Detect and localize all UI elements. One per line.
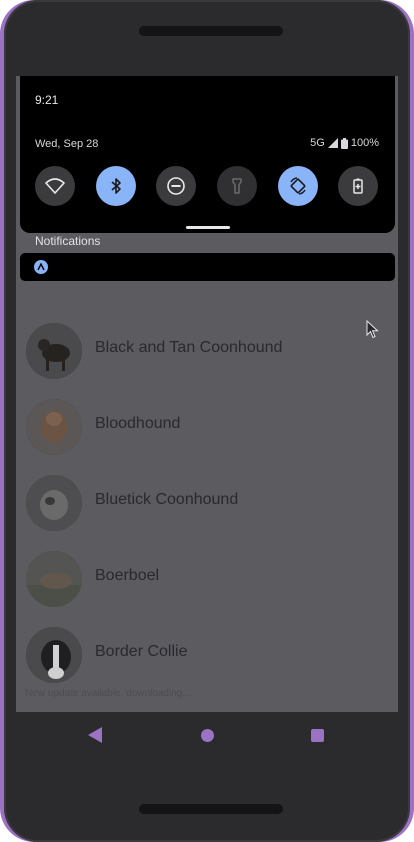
notification-shade[interactable]: 9:21 Wed, Sep 28 5G 100% [20,76,395,233]
list-item[interactable]: Border Collie [16,617,398,693]
list-item[interactable]: Bloodhound [16,389,398,465]
status-indicators: 5G 100% [310,137,379,149]
top-speaker [139,26,283,36]
do-not-disturb-tile[interactable] [156,166,196,206]
list-item[interactable]: Boerboel [16,541,398,617]
dog-avatar [26,627,82,683]
battery-level: 100% [350,137,379,149]
list-item[interactable]: Black and Tan Coonhound [16,313,398,389]
dog-name: Border Collie [95,643,188,660]
signal-icon [327,138,338,148]
flashlight-icon [232,178,242,194]
dog-name: Bluetick Coonhound [95,491,239,508]
battery-saver-icon [353,178,363,194]
flashlight-tile[interactable] [217,166,257,206]
battery-icon [340,137,348,149]
wifi-icon [45,178,65,194]
mouse-cursor-icon [366,320,379,339]
app-icon [34,260,48,274]
dog-name: Black and Tan Coonhound [95,339,283,356]
shade-drag-handle[interactable] [186,226,230,229]
notification-card[interactable] [20,253,395,281]
dog-name: Boerboel [95,567,160,584]
list-item[interactable]: Bluetick Coonhound [16,465,398,541]
bottom-speaker [139,804,283,814]
network-type: 5G [310,137,325,149]
dog-name: Bloodhound [95,415,181,432]
status-date[interactable]: Wed, Sep 28 [35,138,98,150]
dog-avatar [26,475,82,531]
recents-nav-icon[interactable] [311,729,324,742]
do-not-disturb-icon [167,177,185,195]
update-status-text: New update available, downloading... [25,688,191,699]
back-nav-icon[interactable] [88,727,102,743]
bluetooth-icon [111,178,121,194]
battery-saver-tile[interactable] [338,166,378,206]
auto-rotate-icon [290,177,306,195]
notifications-header: Notifications [35,234,101,248]
dog-avatar [26,323,82,379]
bluetooth-tile[interactable] [96,166,136,206]
auto-rotate-tile[interactable] [278,166,318,206]
dog-avatar [26,551,82,607]
home-nav-icon[interactable] [201,729,214,742]
wifi-tile[interactable] [35,166,75,206]
dog-avatar [26,399,82,455]
status-time: 9:21 [35,93,59,107]
